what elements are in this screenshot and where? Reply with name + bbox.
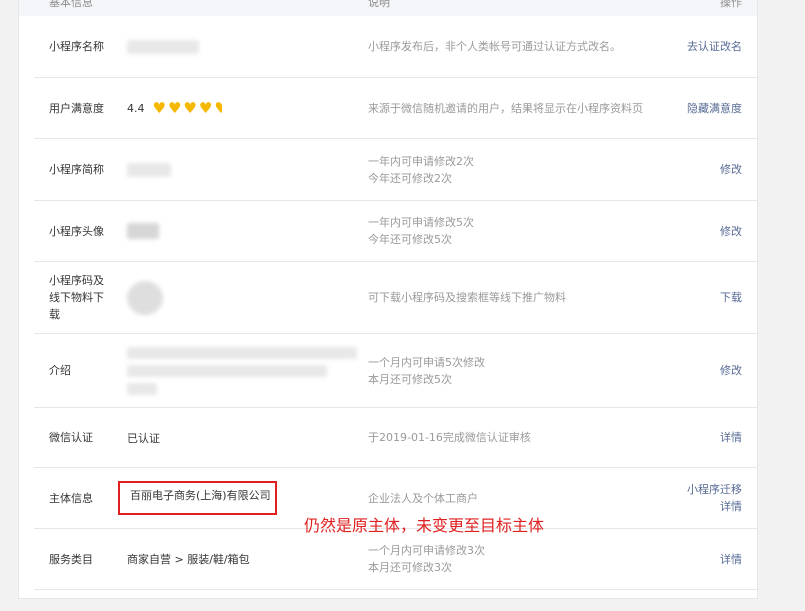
header-op: 操作: [720, 0, 742, 9]
table-row-short-name: 小程序简称 一年内可申请修改2次 今年还可修改2次 修改: [34, 139, 757, 201]
row-desc: 一个月内可申请5次修改 本月还可修改5次: [368, 334, 688, 407]
table-header: 基本信息 说明 操作: [19, 0, 757, 16]
migrate-link[interactable]: 小程序迁移: [687, 481, 742, 498]
desc-line: 来源于微信随机邀请的用户，结果将显示在小程序资料页: [368, 101, 643, 115]
table-row-wechat-cert: 微信认证 已认证 于2019-01-16完成微信认证审核 详情: [34, 408, 757, 468]
desc-line: 本月还可修改5次: [368, 372, 452, 386]
desc-line: 一个月内可申请修改3次: [368, 544, 485, 557]
entity-highlight-box: [118, 481, 277, 515]
row-ops: 修改: [642, 139, 742, 200]
row-desc: 一个月内可申请修改3次 本月还可修改3次: [368, 529, 688, 589]
cert-details-link[interactable]: 详情: [720, 429, 742, 446]
edit-short-name-link[interactable]: 修改: [720, 161, 742, 178]
category-details-link[interactable]: 详情: [720, 551, 742, 568]
edit-intro-link[interactable]: 修改: [720, 362, 742, 379]
annotation-text: 仍然是原主体，未变更至目标主体: [304, 516, 545, 535]
header-desc: 说明: [368, 0, 390, 9]
row-label: 小程序简称: [49, 163, 104, 176]
table-row-category: 服务类目 商家自营 > 服装/鞋/箱包 一个月内可申请修改3次 本月还可修改3次…: [34, 529, 757, 590]
desc-line: 可下载小程序码及搜索框等线下推广物料: [368, 291, 566, 304]
row-ops: 修改: [642, 201, 742, 261]
row-label: 小程序码及线下物料下载: [49, 274, 104, 321]
table-row-app-name: 小程序名称 小程序发布后，非个人类帐号可通过认证方式改名。 去认证改名: [34, 16, 757, 78]
desc-line: 今年还可修改2次: [368, 171, 452, 185]
row-desc: 来源于微信随机邀请的用户，结果将显示在小程序资料页: [368, 78, 688, 138]
row-ops: 详情: [642, 529, 742, 589]
short-name-value-redacted: [127, 139, 357, 200]
edit-avatar-link[interactable]: 修改: [720, 223, 742, 240]
desc-line: 企业法人及个体工商户: [368, 491, 478, 505]
row-label: 主体信息: [49, 491, 93, 505]
qrcode-value-redacted: [127, 262, 357, 333]
category-value: 商家自营 > 服装/鞋/箱包: [127, 553, 250, 566]
table-row-intro: 介绍 一个月内可申请5次修改 本月还可修改5次 修改: [34, 334, 757, 408]
heart-icon: ♥: [198, 98, 213, 117]
row-ops: 详情: [642, 408, 742, 467]
download-link[interactable]: 下载: [720, 289, 742, 306]
row-desc: 一年内可申请修改5次 今年还可修改5次: [368, 201, 688, 261]
heart-icon: ♥: [183, 98, 197, 117]
half-heart-icon: ♥: [214, 101, 222, 116]
desc-line: 一年内可申请修改2次: [368, 154, 474, 168]
table-row-qrcode: 小程序码及线下物料下载 可下载小程序码及搜索框等线下推广物料 下载: [34, 262, 757, 334]
row-label: 微信认证: [49, 431, 93, 444]
desc-line: 本月还可修改3次: [368, 561, 452, 574]
row-desc: 小程序发布后，非个人类帐号可通过认证方式改名。: [368, 16, 688, 77]
row-label: 用户满意度: [49, 101, 104, 115]
desc-line: 一个月内可申请5次修改: [368, 355, 485, 369]
row-ops: 下载: [642, 262, 742, 333]
satisfaction-score: 4.4: [127, 101, 145, 115]
table-row-satisfaction: 用户满意度 4.4 ♥ ♥ ♥ ♥ ♥ 来源于微信随机邀请的用户，结果将显示在小…: [34, 78, 757, 139]
cert-status: 已认证: [127, 431, 160, 445]
row-ops: 隐藏满意度: [642, 78, 742, 138]
row-label: 小程序头像: [49, 224, 104, 238]
avatar-value-redacted: [127, 201, 357, 261]
row-ops: 去认证改名: [642, 16, 742, 77]
satisfaction-value: 4.4 ♥ ♥ ♥ ♥ ♥: [127, 78, 357, 138]
row-desc: 一年内可申请修改2次 今年还可修改2次: [368, 139, 688, 200]
row-desc: 可下载小程序码及搜索框等线下推广物料: [368, 262, 688, 333]
row-label: 小程序名称: [49, 40, 104, 53]
header-info: 基本信息: [49, 0, 93, 9]
entity-details-link[interactable]: 详情: [720, 498, 742, 515]
table-row-avatar: 小程序头像 一年内可申请修改5次 今年还可修改5次 修改: [34, 201, 757, 262]
row-ops: 小程序迁移 详情: [642, 468, 742, 528]
row-desc: 于2019-01-16完成微信认证审核: [368, 408, 688, 467]
row-label: 介绍: [49, 364, 71, 377]
heart-icon: ♥: [167, 98, 182, 117]
certify-rename-link[interactable]: 去认证改名: [687, 38, 742, 55]
row-ops: 修改: [642, 334, 742, 407]
row-label: 服务类目: [49, 552, 93, 566]
desc-line: 一年内可申请修改5次: [368, 216, 474, 229]
heart-icon: ♥: [152, 98, 166, 117]
desc-line: 小程序发布后，非个人类帐号可通过认证方式改名。: [368, 40, 621, 53]
intro-value-redacted: [127, 334, 357, 407]
desc-line: 今年还可修改5次: [368, 233, 452, 246]
desc-line: 于2019-01-16完成微信认证审核: [368, 431, 531, 444]
horizontal-scrollbar[interactable]: [0, 603, 805, 611]
hide-satisfaction-link[interactable]: 隐藏满意度: [687, 100, 742, 117]
app-name-value-redacted: [127, 16, 357, 77]
